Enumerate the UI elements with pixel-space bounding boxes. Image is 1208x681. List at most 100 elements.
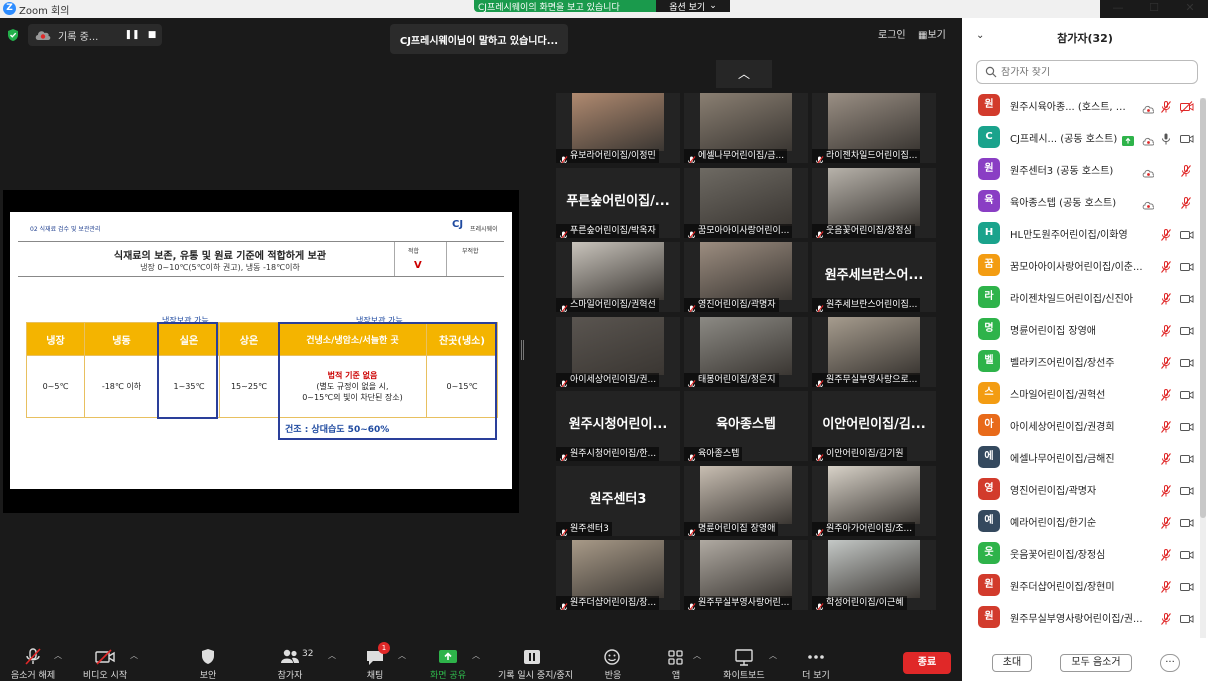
participant-row[interactable]: 웃 웃음꽃어린이집/장정심: [962, 536, 1200, 568]
video-tile[interactable]: 학성어린이집/이근혜: [812, 540, 936, 610]
more-button[interactable]: 더 보기: [780, 640, 852, 681]
mic-muted-icon[interactable]: [1180, 194, 1192, 209]
apps-button[interactable]: 앱: [640, 640, 712, 681]
video-tile[interactable]: 웃음꽃어린이집/장정심: [812, 167, 936, 238]
participant-row[interactable]: 에 에셀나무어린이집/금해진: [962, 440, 1200, 472]
mic-muted-icon[interactable]: [1160, 450, 1172, 465]
video-tile[interactable]: 원주무실부영사랑으로...: [812, 316, 936, 387]
video-tile[interactable]: 원주더샵어린이집/장...: [556, 540, 680, 610]
mic-muted-icon[interactable]: [1160, 226, 1172, 241]
participant-row[interactable]: 원 원주무실부영사랑어린이집/권...: [962, 600, 1200, 632]
video-tile[interactable]: 원주무실부영사랑어린...: [684, 540, 808, 610]
mic-muted-icon[interactable]: [1160, 514, 1172, 529]
close-button[interactable]: ✕: [1172, 0, 1208, 18]
video-tile[interactable]: 푸른숲어린이집/... 푸른숲어린이집/박옥자: [556, 167, 680, 238]
video-tile[interactable]: 명륜어린이집 장영애: [684, 465, 808, 536]
participants-button[interactable]: 참가자: [254, 640, 326, 681]
video-tile[interactable]: 꿈모아아이사랑어린이...: [684, 167, 808, 238]
view-button[interactable]: ▦보기: [918, 26, 946, 41]
video-tile[interactable]: 아이세상어린이집/권...: [556, 316, 680, 387]
video-off-icon[interactable]: [1180, 98, 1194, 113]
pause-recording-button[interactable]: ❚❚: [122, 25, 142, 45]
mic-muted-icon[interactable]: [1160, 98, 1172, 113]
video-tile[interactable]: 유보라어린이집/이정민: [556, 93, 680, 163]
mic-muted-icon[interactable]: [1160, 418, 1172, 433]
video-icon[interactable]: [1180, 226, 1194, 239]
video-icon[interactable]: [1180, 482, 1194, 495]
participant-row[interactable]: 원 원주시육아종... (호스트, 나): [962, 88, 1200, 120]
mic-muted-icon[interactable]: [1180, 162, 1192, 177]
participant-row[interactable]: 예 예라어린이집/한기순: [962, 504, 1200, 536]
split-resize-handle[interactable]: [521, 340, 524, 360]
video-tile[interactable]: 원주시청어린이... 원주시청어린이집/한...: [556, 391, 680, 461]
minimize-button[interactable]: —: [1100, 0, 1136, 18]
mic-muted-icon[interactable]: [1160, 354, 1172, 369]
video-tile[interactable]: 원주세브란스어... 원주세브란스어린이집...: [812, 242, 936, 312]
participant-search-box[interactable]: [976, 60, 1198, 84]
video-options-chevron-icon[interactable]: ︿: [130, 650, 138, 661]
video-icon[interactable]: [1180, 450, 1194, 463]
grid-scroll-up-button[interactable]: ︿: [716, 60, 772, 88]
participant-row[interactable]: 라 라이젠차일드어린이집/신진아: [962, 280, 1200, 312]
video-icon[interactable]: [1180, 514, 1194, 527]
participant-row[interactable]: 육 육아종스텝 (공동 호스트): [962, 184, 1200, 216]
mic-muted-icon[interactable]: [1160, 578, 1172, 593]
mic-muted-icon[interactable]: [1160, 322, 1172, 337]
mute-all-button[interactable]: 모두 음소거: [1060, 654, 1132, 672]
participant-row[interactable]: 원 원주더샵어린이집/장현미: [962, 568, 1200, 600]
participants-options-chevron-icon[interactable]: ︿: [328, 650, 336, 661]
participant-row[interactable]: 명 명륜어린이집 장영애: [962, 312, 1200, 344]
view-options-button[interactable]: 옵션 보기 ⌄: [656, 0, 730, 13]
video-tile[interactable]: 이안어린이집/김... 이안어린이집/김기원: [812, 391, 936, 461]
video-icon[interactable]: [1180, 290, 1194, 303]
participants-scrollbar[interactable]: [1200, 98, 1206, 638]
security-button[interactable]: 보안: [172, 640, 244, 681]
participant-row[interactable]: 영 영진어린이집/곽명자: [962, 472, 1200, 504]
mic-muted-icon[interactable]: [1160, 386, 1172, 401]
participant-search-input[interactable]: [1001, 66, 1191, 78]
participant-row[interactable]: 원 원주센터3 (공동 호스트): [962, 152, 1200, 184]
video-icon[interactable]: [1180, 578, 1194, 591]
mic-muted-icon[interactable]: [1160, 546, 1172, 561]
maximize-button[interactable]: ☐: [1136, 0, 1172, 18]
video-tile[interactable]: 스마일어린이집/권혁선: [556, 242, 680, 312]
video-tile[interactable]: 원주센터3 원주센터3: [556, 465, 680, 536]
mic-on-icon[interactable]: [1160, 130, 1172, 145]
more-options-button[interactable]: ···: [1160, 654, 1180, 672]
mic-muted-icon[interactable]: [1160, 482, 1172, 497]
video-tile[interactable]: 에셀나무어린이집/금...: [684, 93, 808, 163]
shared-screen[interactable]: 02 식재료 검수 및 보관관리 CJ 프레시웨이 식재료의 보존, 유통 및 …: [3, 190, 519, 513]
login-button[interactable]: 로그인: [878, 26, 906, 41]
mic-muted-icon[interactable]: [1160, 290, 1172, 305]
video-icon[interactable]: [1180, 258, 1194, 271]
participant-row[interactable]: 스 스마일어린이집/권혁선: [962, 376, 1200, 408]
invite-button[interactable]: 초대: [992, 654, 1032, 672]
mic-muted-icon[interactable]: [1160, 610, 1172, 625]
scrollbar-thumb[interactable]: [1200, 98, 1206, 518]
stop-recording-button[interactable]: ■: [142, 25, 162, 45]
mic-muted-icon[interactable]: [1160, 258, 1172, 273]
security-shield-icon[interactable]: [6, 28, 20, 42]
participant-row[interactable]: 꿈 꿈모아아이사랑어린이집/이춘...: [962, 248, 1200, 280]
video-icon[interactable]: [1180, 354, 1194, 367]
participant-row[interactable]: 아 아이세상어린이집/권경희: [962, 408, 1200, 440]
video-tile[interactable]: 육아종스텝 육아종스텝: [684, 391, 808, 461]
pause-stop-recording-button[interactable]: 기록 일시 중지/중지: [498, 640, 573, 681]
video-tile[interactable]: 라이젠차일드어린이집...: [812, 93, 936, 163]
video-icon[interactable]: [1180, 546, 1194, 559]
video-icon[interactable]: [1180, 322, 1194, 335]
video-tile[interactable]: 원주아가어린이집/조...: [812, 465, 936, 536]
video-icon[interactable]: [1180, 130, 1194, 143]
video-icon[interactable]: [1180, 418, 1194, 431]
participant-row[interactable]: C CJ프레시... (공동 호스트): [962, 120, 1200, 152]
share-options-chevron-icon[interactable]: ︿: [472, 650, 480, 661]
video-icon[interactable]: [1180, 610, 1194, 623]
video-icon[interactable]: [1180, 386, 1194, 399]
video-tile[interactable]: 영진어린이집/곽명자: [684, 242, 808, 312]
video-tile[interactable]: 태봉어린이집/정은지: [684, 316, 808, 387]
end-meeting-button[interactable]: 종료: [903, 652, 951, 674]
chat-options-chevron-icon[interactable]: ︿: [398, 650, 406, 661]
participant-row[interactable]: 벨 벨라키즈어린이집/장선주: [962, 344, 1200, 376]
audio-options-chevron-icon[interactable]: ︿: [54, 650, 62, 661]
participant-row[interactable]: H HL만도원주어린이집/이화영: [962, 216, 1200, 248]
